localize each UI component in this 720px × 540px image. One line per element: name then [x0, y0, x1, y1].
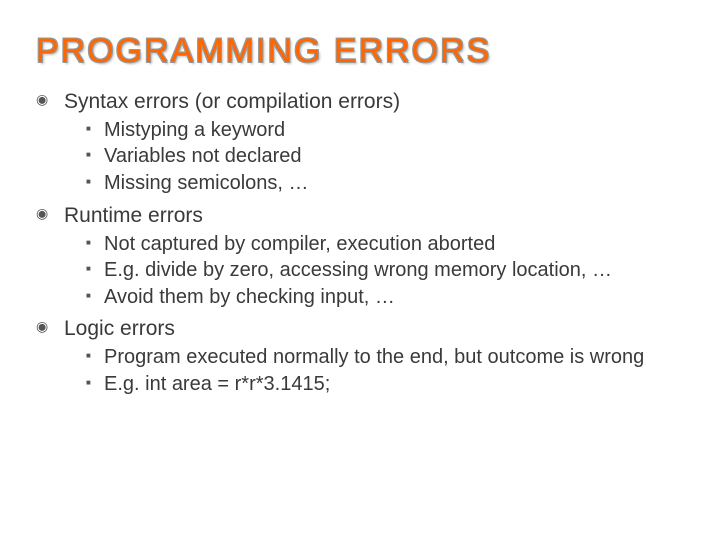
list-item-label: Syntax errors (or compilation errors) — [64, 90, 400, 113]
sub-list-item: Not captured by compiler, execution abor… — [86, 232, 684, 258]
slide-title: PROGRAMMING ERRORS — [36, 32, 684, 71]
sub-list-item: Avoid them by checking input, … — [86, 285, 684, 311]
sub-list-item: Mistyping a keyword — [86, 118, 684, 144]
sub-list-item: Program executed normally to the end, bu… — [86, 345, 684, 371]
sub-list-item: Variables not declared — [86, 144, 684, 170]
slide: PROGRAMMING ERRORS Syntax errors (or com… — [0, 0, 720, 540]
sub-list-item: E.g. int area = r*r*3.1415; — [86, 372, 684, 398]
sub-list: Program executed normally to the end, bu… — [64, 345, 684, 397]
list-item: Syntax errors (or compilation errors) Mi… — [36, 89, 684, 197]
list-item-label: Runtime errors — [64, 204, 203, 227]
list-item: Logic errors Program executed normally t… — [36, 316, 684, 397]
sub-list-item: Missing semicolons, … — [86, 171, 684, 197]
sub-list: Mistyping a keyword Variables not declar… — [64, 118, 684, 197]
sub-list-item: E.g. divide by zero, accessing wrong mem… — [86, 258, 684, 284]
list-item: Runtime errors Not captured by compiler,… — [36, 203, 684, 311]
list-item-label: Logic errors — [64, 317, 175, 340]
sub-list: Not captured by compiler, execution abor… — [64, 232, 684, 311]
slide-content: Syntax errors (or compilation errors) Mi… — [36, 89, 684, 397]
outline-list: Syntax errors (or compilation errors) Mi… — [36, 89, 684, 397]
